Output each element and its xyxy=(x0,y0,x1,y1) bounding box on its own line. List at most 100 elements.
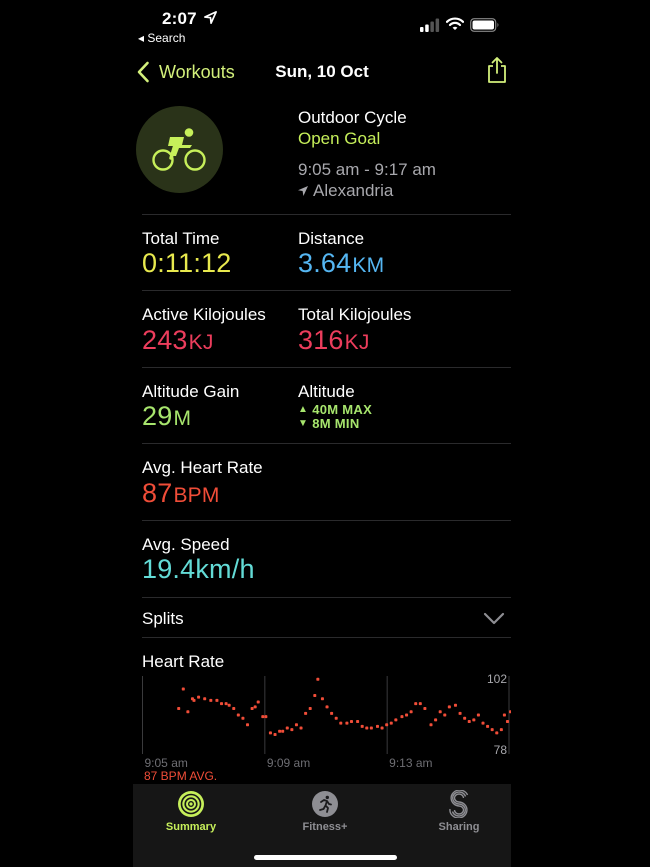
distance-label: Distance xyxy=(298,229,365,248)
workout-location: Alexandria xyxy=(298,181,393,201)
altitude-gain-label: Altitude Gain xyxy=(142,382,240,401)
heart-rate-point xyxy=(499,728,503,732)
altitude-max: ▲ 40M MAX xyxy=(298,402,372,417)
triangle-down-icon: ▼ xyxy=(298,418,309,429)
heart-rate-point xyxy=(278,729,282,733)
divider xyxy=(142,443,511,444)
heart-rate-point xyxy=(369,726,373,730)
heart-rate-point xyxy=(299,726,303,730)
heart-rate-point xyxy=(273,733,277,736)
tab-summary[interactable]: Summary xyxy=(141,790,241,833)
altitude-max-value: 40M MAX xyxy=(312,402,373,417)
heart-rate-point xyxy=(405,713,409,717)
heart-rate-point xyxy=(447,705,451,709)
running-figure-icon xyxy=(312,791,338,817)
home-indicator[interactable] xyxy=(254,855,397,860)
avg-heart-rate-value: 87BPM xyxy=(142,478,220,509)
heart-rate-point xyxy=(220,702,224,706)
chart-y-tick-label: 78 xyxy=(494,743,508,757)
heart-rate-point xyxy=(334,716,338,720)
heart-rate-point xyxy=(434,718,438,722)
tab-sharing[interactable]: Sharing xyxy=(409,790,509,833)
heart-rate-point xyxy=(400,715,404,719)
splits-disclosure[interactable]: Splits xyxy=(133,598,511,638)
tab-summary-label: Summary xyxy=(165,821,217,833)
location-arrow-icon xyxy=(298,186,308,196)
heart-rate-point xyxy=(423,707,427,710)
heart-rate-point xyxy=(236,713,240,717)
heart-rate-point xyxy=(349,720,353,723)
heart-rate-point xyxy=(502,713,506,717)
workout-goal: Open Goal xyxy=(298,129,381,148)
heart-rate-point xyxy=(375,724,379,728)
sharing-icon xyxy=(449,790,469,818)
cellular-signal-icon xyxy=(420,18,440,32)
heart-rate-point xyxy=(380,726,384,730)
share-icon[interactable] xyxy=(485,56,509,84)
workout-header: Outdoor Cycle Open Goal 9:05 am - 9:17 a… xyxy=(133,102,511,214)
chevron-left-icon xyxy=(137,61,149,83)
heart-rate-point xyxy=(181,687,185,691)
avg-heart-rate-number: 87 xyxy=(142,478,173,508)
heart-rate-point xyxy=(246,723,250,727)
divider xyxy=(142,214,511,215)
heart-rate-point xyxy=(356,720,360,723)
location-name: Alexandria xyxy=(313,181,394,200)
workout-type: Outdoor Cycle xyxy=(298,108,407,127)
heart-rate-point xyxy=(414,702,418,706)
active-kilojoules-unit: KJ xyxy=(188,331,214,354)
altitude-min-value: 8M MIN xyxy=(312,416,360,431)
tab-fitness-plus-label: Fitness+ xyxy=(302,821,348,833)
altitude-gain-unit: M xyxy=(173,407,192,430)
status-time: 2:07 xyxy=(162,9,197,28)
total-time-label: Total Time xyxy=(142,229,220,248)
heart-rate-point xyxy=(197,695,201,699)
avg-speed-number: 19.4 xyxy=(142,554,196,584)
chart-x-tick-label: 9:09 am xyxy=(267,756,310,770)
heart-rate-point xyxy=(304,711,308,715)
heart-rate-point xyxy=(472,718,476,722)
heart-rate-point xyxy=(316,677,320,681)
tab-fitness-plus[interactable]: Fitness+ xyxy=(275,790,375,833)
heart-rate-point xyxy=(313,694,317,697)
heart-rate-point xyxy=(385,723,389,727)
avg-heart-rate-label: Avg. Heart Rate xyxy=(142,458,263,477)
wifi-icon xyxy=(446,17,464,30)
back-to-workouts-button[interactable]: Workouts xyxy=(133,58,235,86)
avg-heart-rate-unit: BPM xyxy=(173,484,220,507)
altitude-label: Altitude xyxy=(298,382,355,401)
heart-rate-point xyxy=(509,710,511,714)
heart-rate-point xyxy=(429,723,433,727)
heart-rate-point xyxy=(192,698,196,702)
heart-rate-point xyxy=(261,715,265,719)
altitude-min: ▼ 8M MIN xyxy=(298,416,360,431)
heart-rate-point xyxy=(365,726,369,730)
heart-rate-point xyxy=(360,724,364,728)
heart-rate-point xyxy=(438,710,442,714)
active-kilojoules-value: 243KJ xyxy=(142,325,214,356)
heart-rate-point xyxy=(495,731,499,735)
total-kilojoules-number: 316 xyxy=(298,325,344,355)
heart-rate-point xyxy=(453,703,457,707)
divider xyxy=(142,637,511,638)
tab-bar: Summary Fitness+ Sharing xyxy=(133,784,511,867)
back-to-search-link[interactable]: ◂ Search xyxy=(138,31,185,45)
distance-unit: KM xyxy=(352,254,385,277)
triangle-up-icon: ▲ xyxy=(298,404,309,415)
status-bar: 2:07 ◂ Search xyxy=(133,0,511,48)
activity-rings-icon xyxy=(178,791,204,817)
chart-y-tick-label: 102 xyxy=(487,672,507,686)
heart-rate-point xyxy=(486,724,490,728)
heart-rate-point xyxy=(203,697,207,701)
heart-rate-point xyxy=(325,705,329,709)
heart-rate-point xyxy=(505,720,509,723)
avg-speed-unit: km/h xyxy=(195,554,255,584)
heart-rate-point xyxy=(339,721,343,725)
divider xyxy=(142,520,511,521)
distance-value: 3.64KM xyxy=(298,248,384,279)
heart-rate-point xyxy=(389,721,393,725)
total-kilojoules-value: 316KJ xyxy=(298,325,370,356)
chart-x-tick-label: 9:13 am xyxy=(389,756,432,770)
heart-rate-point xyxy=(177,707,181,710)
distance-number: 3.64 xyxy=(298,248,352,278)
